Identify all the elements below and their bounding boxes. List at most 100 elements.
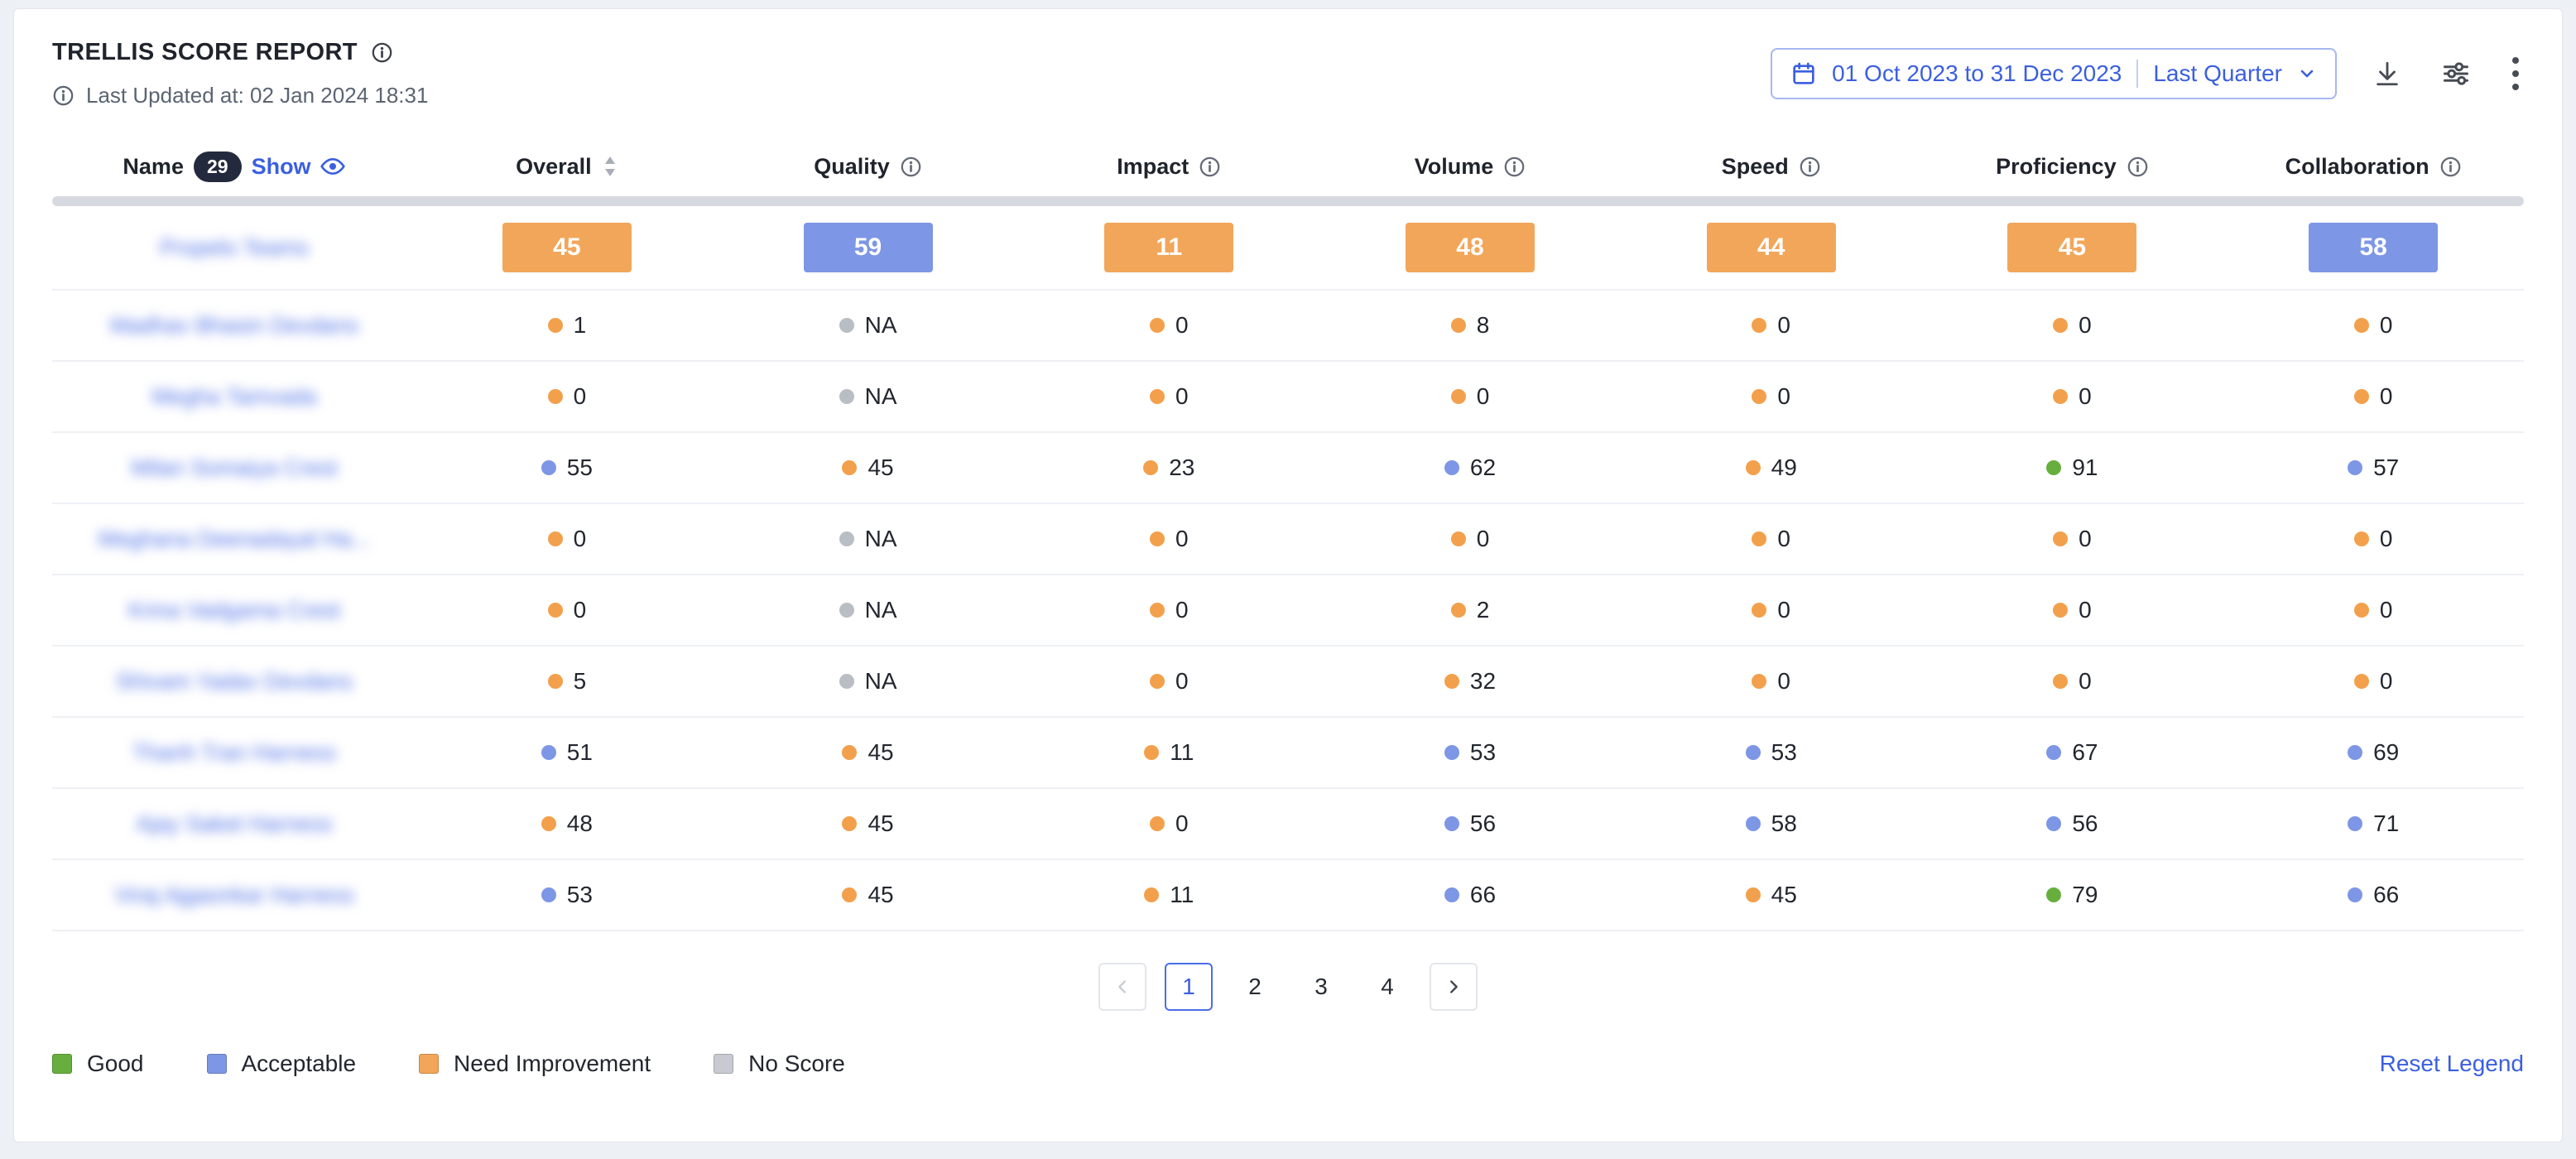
score-value: 45 bbox=[867, 882, 893, 908]
score-value: 53 bbox=[1470, 739, 1496, 766]
download-icon bbox=[2373, 60, 2401, 88]
score-group: 53 bbox=[1746, 739, 1797, 766]
date-range-selector[interactable]: 01 Oct 2023 to 31 Dec 2023 Last Quarter bbox=[1771, 48, 2337, 99]
score-dot bbox=[842, 887, 857, 902]
score-cell: 0 bbox=[2223, 312, 2524, 339]
column-header-speed: Speed bbox=[1621, 154, 1922, 180]
pagination-prev-button[interactable] bbox=[1098, 963, 1146, 1011]
legend-item-no-score[interactable]: No Score bbox=[714, 1051, 845, 1077]
score-group: 0 bbox=[1150, 312, 1189, 339]
score-dot bbox=[1150, 674, 1165, 689]
member-name-link[interactable]: Thanh Tran Harness bbox=[132, 740, 336, 766]
team-name-link[interactable]: Propelo Teams bbox=[160, 235, 309, 261]
score-cell: 8 bbox=[1319, 312, 1621, 339]
score-group: 0 bbox=[2053, 383, 2092, 410]
score-cell: NA bbox=[718, 383, 1019, 410]
score-group: 49 bbox=[1746, 454, 1797, 481]
summary-row: Propelo Teams 45 59 11 48 44 45 58 bbox=[52, 206, 2524, 291]
score-cell: 53 bbox=[1621, 739, 1922, 766]
score-dot bbox=[2053, 674, 2068, 689]
proficiency-info-icon[interactable] bbox=[2127, 156, 2149, 178]
score-value: 45 bbox=[867, 454, 893, 481]
score-group: NA bbox=[839, 597, 897, 623]
score-group: 53 bbox=[1444, 739, 1496, 766]
score-group: 66 bbox=[2348, 882, 2399, 908]
horizontal-scrollbar[interactable] bbox=[52, 196, 2524, 206]
score-cell: 56 bbox=[1319, 810, 1621, 837]
score-cell: 0 bbox=[1922, 526, 2223, 552]
member-name-link[interactable]: Ajay Saket Harness bbox=[136, 811, 332, 837]
overall-score-badge: 45 bbox=[502, 223, 632, 272]
last-updated: Last Updated at: 02 Jan 2024 18:31 bbox=[52, 83, 428, 108]
member-name-link[interactable]: Meghana Deenadayal Ha... bbox=[99, 527, 371, 552]
show-names-toggle[interactable]: Show bbox=[252, 153, 346, 180]
score-group: 8 bbox=[1451, 312, 1490, 339]
member-name-link[interactable]: Megha Tamvada bbox=[151, 384, 316, 410]
quality-info-icon[interactable] bbox=[900, 156, 922, 178]
member-name-link[interactable]: Milan Somaiya Crest bbox=[131, 455, 337, 481]
score-cell: 44 bbox=[1621, 223, 1922, 272]
score-value: 0 bbox=[1175, 810, 1189, 837]
score-cell: 0 bbox=[1621, 597, 1922, 623]
title-info-icon[interactable] bbox=[371, 41, 393, 64]
table-row: Ajay Saket Harness 48 45 0 56 58 56 71 bbox=[52, 789, 2524, 860]
score-dot bbox=[541, 816, 556, 831]
pagination-page-2[interactable]: 2 bbox=[1231, 963, 1279, 1011]
pagination-page-3[interactable]: 3 bbox=[1297, 963, 1345, 1011]
score-dot bbox=[548, 531, 563, 546]
table-row: Shivam Yadav Devdans 5 NA 0 32 0 0 0 bbox=[52, 647, 2524, 718]
column-header-quality: Quality bbox=[718, 154, 1019, 180]
score-group: 57 bbox=[2348, 454, 2399, 481]
score-group: 51 bbox=[541, 739, 593, 766]
member-name-link[interactable]: Madhav Bhasin Devdans bbox=[110, 313, 358, 339]
legend-label: Need Improvement bbox=[454, 1051, 651, 1077]
legend-item-need-improvement[interactable]: Need Improvement bbox=[419, 1051, 651, 1077]
score-group: 23 bbox=[1143, 454, 1194, 481]
score-group: 45 bbox=[842, 882, 893, 908]
score-dot bbox=[1451, 318, 1466, 333]
score-cell: NA bbox=[718, 526, 1019, 552]
more-options-button[interactable] bbox=[2507, 52, 2524, 95]
pagination-page-1[interactable]: 1 bbox=[1165, 963, 1213, 1011]
impact-info-icon[interactable] bbox=[1199, 156, 1221, 178]
score-group: NA bbox=[839, 526, 897, 552]
speed-info-icon[interactable] bbox=[1799, 156, 1821, 178]
score-cell: 49 bbox=[1621, 454, 1922, 481]
download-button[interactable] bbox=[2370, 56, 2405, 91]
pagination-next-button[interactable] bbox=[1430, 963, 1478, 1011]
name-cell: Madhav Bhasin Devdans bbox=[52, 313, 416, 339]
table-row: Milan Somaiya Crest 55 45 23 62 49 91 57 bbox=[52, 433, 2524, 504]
score-dot bbox=[839, 531, 854, 546]
score-cell: 0 bbox=[1018, 597, 1319, 623]
volume-info-icon[interactable] bbox=[1503, 156, 1526, 178]
score-cell: 45 bbox=[1621, 882, 1922, 908]
score-cell: 45 bbox=[718, 810, 1019, 837]
score-dot bbox=[2354, 389, 2369, 404]
column-header-overall[interactable]: Overall bbox=[416, 154, 718, 180]
score-cell: 58 bbox=[1621, 810, 1922, 837]
score-cell: 45 bbox=[1922, 223, 2223, 272]
score-value: 0 bbox=[2079, 597, 2092, 623]
widget-settings-button[interactable] bbox=[2438, 55, 2474, 92]
member-name-link[interactable]: Krina Vadgama Crest bbox=[128, 598, 340, 623]
score-cell: 45 bbox=[718, 454, 1019, 481]
score-dot bbox=[839, 389, 854, 404]
member-name-link[interactable]: Viraj Ajgaonkar Harness bbox=[114, 882, 353, 908]
score-value: 0 bbox=[574, 383, 587, 410]
score-dot bbox=[1752, 674, 1766, 689]
pagination-page-4[interactable]: 4 bbox=[1363, 963, 1411, 1011]
score-cell: 32 bbox=[1319, 668, 1621, 695]
collaboration-info-icon[interactable] bbox=[2439, 156, 2462, 178]
score-group: 0 bbox=[1451, 383, 1490, 410]
proficiency-header-label: Proficiency bbox=[1996, 154, 2117, 180]
score-value: 0 bbox=[2380, 312, 2393, 339]
reset-legend-link[interactable]: Reset Legend bbox=[2380, 1051, 2524, 1077]
score-dot bbox=[2046, 816, 2061, 831]
speed-score-badge: 44 bbox=[1707, 223, 1836, 272]
legend-item-acceptable[interactable]: Acceptable bbox=[207, 1051, 357, 1077]
score-value: 0 bbox=[1777, 668, 1790, 695]
score-dot bbox=[1143, 460, 1158, 475]
member-name-link[interactable]: Shivam Yadav Devdans bbox=[116, 669, 353, 695]
score-group: 0 bbox=[2354, 383, 2393, 410]
legend-item-good[interactable]: Good bbox=[52, 1051, 144, 1077]
